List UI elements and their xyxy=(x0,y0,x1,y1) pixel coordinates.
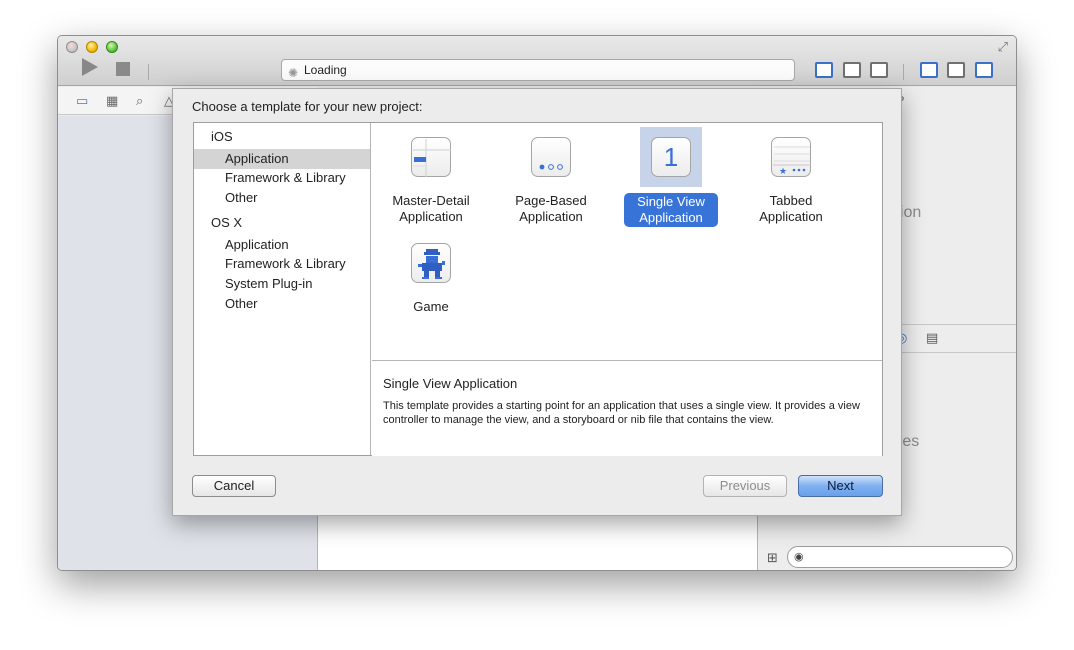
template-chooser: iOS Application Framework & Library Othe… xyxy=(193,122,883,456)
description-title: Single View Application xyxy=(383,376,518,391)
standard-editor-icon[interactable] xyxy=(815,62,833,78)
assistant-editor-icon[interactable] xyxy=(843,62,861,78)
zoom-window-button[interactable] xyxy=(106,41,118,53)
single-view-icon-glyph: 1 xyxy=(663,142,679,172)
template-single-view[interactable]: 1 Single View Application xyxy=(616,123,726,227)
version-editor-icon[interactable] xyxy=(870,62,888,78)
filter-icon: ◉ xyxy=(794,551,804,563)
cancel-button[interactable]: Cancel xyxy=(192,475,276,497)
library-filter-input[interactable]: ◉ xyxy=(787,546,1013,568)
single-view-icon: 1 xyxy=(651,137,691,177)
category-ios-other[interactable]: Other xyxy=(194,188,370,208)
category-osx-application[interactable]: Application xyxy=(194,235,370,255)
tabbed-icon: ★ xyxy=(771,137,811,177)
template-label-line2: Application xyxy=(759,209,823,224)
category-ios-framework-library[interactable]: Framework & Library xyxy=(194,168,370,188)
category-osx-other[interactable]: Other xyxy=(194,294,370,314)
media-library-icon[interactable]: ▤ xyxy=(926,330,938,346)
game-icon xyxy=(411,243,451,283)
category-group-ios: iOS xyxy=(211,129,233,144)
svg-text:★: ★ xyxy=(779,167,787,177)
loading-spinner-icon: ✺ xyxy=(288,66,299,80)
template-label-line1: Master-Detail xyxy=(392,193,470,208)
template-label-line1: Single View xyxy=(637,194,705,209)
page-based-icon xyxy=(531,137,571,177)
activity-viewer: ✺ Loading xyxy=(281,59,795,81)
template-master-detail[interactable]: Master-Detail Application xyxy=(376,123,486,227)
grid-view-icon[interactable]: ⊞ xyxy=(767,550,778,566)
template-category-list: iOS Application Framework & Library Othe… xyxy=(194,123,371,455)
category-ios-application[interactable]: Application xyxy=(194,149,370,169)
previous-button[interactable]: Previous xyxy=(703,475,787,497)
debug-area-toggle-icon[interactable] xyxy=(947,62,965,78)
template-label-line1: Game xyxy=(413,299,449,314)
utilities-toggle-icon[interactable] xyxy=(975,62,993,78)
template-tabbed[interactable]: ★ Tabbed Application xyxy=(736,123,846,227)
template-label-line2: Application xyxy=(519,209,583,224)
toolbar-separator xyxy=(903,64,904,80)
new-project-sheet: Choose a template for your new project: … xyxy=(172,88,902,516)
template-label-line2: Application xyxy=(399,209,463,224)
title-bar: ⤢ ✺ Loading xyxy=(58,36,1016,86)
symbol-navigator-icon[interactable]: ▦ xyxy=(106,93,118,109)
template-label-line2: Application xyxy=(639,210,703,225)
template-label-line1: Page-Based xyxy=(515,193,587,208)
template-description: Single View Application This template pr… xyxy=(372,362,882,456)
category-osx-system-plugin[interactable]: System Plug-in xyxy=(194,274,370,294)
category-osx-framework-library[interactable]: Framework & Library xyxy=(194,254,370,274)
close-window-button[interactable] xyxy=(66,41,78,53)
template-grid: Master-Detail Application Page-Based App… xyxy=(372,123,882,361)
search-icon[interactable]: ⌕ xyxy=(136,93,143,109)
description-body: This template provides a starting point … xyxy=(383,400,860,426)
minimize-window-button[interactable] xyxy=(86,41,98,53)
stop-button[interactable] xyxy=(116,62,130,76)
template-page-based[interactable]: Page-Based Application xyxy=(496,123,606,227)
category-group-osx: OS X xyxy=(211,215,243,230)
run-button[interactable] xyxy=(82,58,98,76)
template-game[interactable]: Game xyxy=(376,229,486,333)
master-detail-icon xyxy=(411,137,451,177)
folder-icon[interactable]: ▭ xyxy=(76,93,88,109)
template-label-line1: Tabbed xyxy=(769,193,813,208)
sheet-title: Choose a template for your new project: xyxy=(192,99,423,114)
next-button[interactable]: Next xyxy=(798,475,883,497)
fullscreen-icon[interactable]: ⤢ xyxy=(998,39,1008,55)
navigator-toggle-icon[interactable] xyxy=(920,62,938,78)
activity-text: Loading xyxy=(304,63,347,77)
toolbar-separator xyxy=(148,64,149,80)
